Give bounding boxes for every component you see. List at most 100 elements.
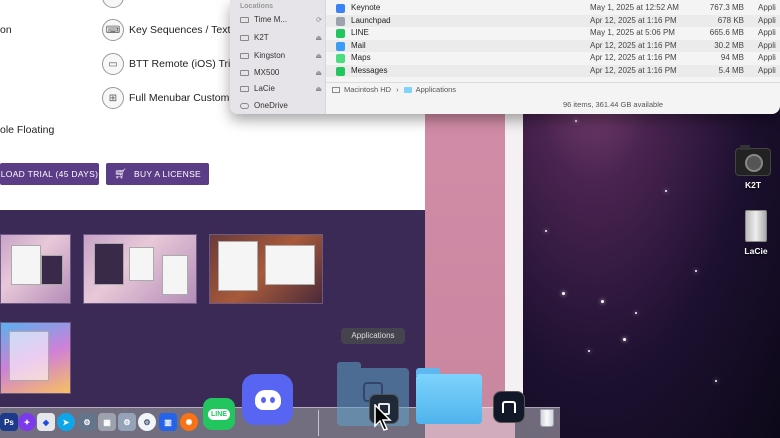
drive-icon [240, 52, 249, 59]
external-drive-icon [745, 210, 767, 242]
sidebar-item-label: MX500 [254, 68, 280, 77]
sidebar-item-time-machine[interactable]: Time M... ⟳ [240, 15, 322, 24]
text-fragment: on [0, 24, 12, 36]
line-app-icon[interactable]: LINE [203, 398, 235, 430]
screenshot-thumbnail[interactable] [83, 234, 197, 304]
file-size: 678 KB [717, 15, 744, 25]
file-kind: Appli [758, 3, 776, 12]
star [575, 120, 577, 122]
sidebar-header: Locations [240, 3, 274, 10]
trello-icon[interactable]: ▥ [159, 413, 177, 431]
file-name: Launchpad [351, 15, 391, 25]
feature-label: Key Sequences / Text T [129, 24, 240, 36]
file-kind: Appli [758, 65, 776, 75]
feature-btt-remote[interactable]: ▭ BTT Remote (iOS) Trigg [102, 53, 242, 75]
disk-icon [332, 86, 340, 93]
remote-icon: ▭ [102, 53, 124, 75]
dock-separator [318, 410, 319, 436]
file-size: 30.2 MB [714, 40, 744, 50]
orange-app-icon[interactable]: ✺ [180, 413, 198, 431]
file-name: Mail [351, 40, 366, 50]
file-row-maps[interactable]: Maps Apr 12, 2025 at 1:16 PM 94 MB Appli [326, 52, 780, 65]
screenshot-thumbnail[interactable] [0, 234, 71, 304]
sync-icon: ⟳ [316, 16, 322, 24]
folder-icon [403, 86, 412, 93]
settings-icon[interactable]: ⚙ [138, 413, 156, 431]
drive-icon [240, 69, 249, 76]
screenshot-thumbnail[interactable] [0, 322, 71, 394]
menubar-icon: ⊞ [102, 87, 124, 109]
star [695, 270, 697, 272]
eject-icon[interactable]: ⏏ [315, 85, 322, 93]
desktop-icon-lacie[interactable]: LaCie [736, 210, 776, 256]
drive-icon [240, 34, 249, 41]
dock-tooltip: Applications [341, 328, 405, 344]
sidebar-item-onedrive[interactable]: OneDrive [240, 101, 322, 110]
sidebar-item-k2t[interactable]: K2T ⏏ [240, 33, 322, 42]
maps-icon [336, 54, 345, 63]
sidebar-item-label: K2T [254, 33, 269, 42]
star [601, 300, 604, 303]
btt-glyph-icon [502, 401, 516, 413]
cart-icon: 🛒︎ [113, 168, 127, 180]
line-app-label: LINE [208, 408, 230, 420]
trash-icon[interactable] [538, 407, 556, 429]
path-bar: Macintosh HD › Applications [326, 82, 780, 96]
star [623, 338, 626, 341]
text-fragment: ole Floating [0, 124, 55, 136]
photoshop-icon[interactable]: Ps [0, 413, 18, 431]
sidebar-item-kingston[interactable]: Kingston ⏏ [240, 51, 322, 60]
feature-label: BTT Remote (iOS) Trigg [129, 58, 242, 70]
eject-icon[interactable]: ⏏ [315, 69, 322, 77]
path-folder[interactable]: Applications [416, 85, 456, 94]
file-name: Keynote [351, 3, 381, 12]
file-date: Apr 12, 2025 at 1:16 PM [590, 53, 677, 62]
file-size: 665.6 MB [709, 28, 744, 37]
star [665, 190, 667, 192]
sidebar-item-label: LaCie [254, 84, 275, 93]
eject-icon[interactable]: ⏏ [315, 34, 322, 42]
buy-license-button[interactable]: 🛒︎ BUY A LICENSE [106, 163, 209, 185]
sidebar-item-label: Kingston [254, 51, 286, 60]
file-row-launchpad[interactable]: Launchpad Apr 12, 2025 at 1:16 PM 678 KB… [326, 14, 780, 27]
file-date: Apr 12, 2025 at 1:16 PM [590, 65, 677, 75]
file-row-mail[interactable]: Mail Apr 12, 2025 at 1:16 PM 30.2 MB App… [326, 39, 780, 52]
settings-icon[interactable]: ⚙ [78, 413, 96, 431]
keynote-icon [336, 4, 345, 13]
sidebar-item-lacie[interactable]: LaCie ⏏ [240, 84, 322, 93]
telegram-icon[interactable]: ➤ [57, 413, 75, 431]
feature-key-sequences[interactable]: ⌨ Key Sequences / Text T [102, 19, 240, 41]
file-row-line[interactable]: LINE May 1, 2025 at 5:06 PM 665.6 MB App… [326, 27, 780, 40]
feature-menubar[interactable]: ⊞ Full Menubar Customiz [102, 87, 237, 109]
discord-logo-icon [254, 389, 281, 410]
file-size: 5.4 MB [718, 65, 744, 75]
bettertouchtool-icon[interactable] [493, 391, 525, 423]
sidebar-item-mx500[interactable]: MX500 ⏏ [240, 68, 322, 77]
folder-icon[interactable] [416, 368, 482, 424]
file-kind: Appli [758, 28, 776, 37]
launchpad-icon [336, 16, 345, 26]
camera-icon [735, 145, 771, 176]
desktop-icon-label: K2T [744, 180, 762, 190]
file-name: Maps [351, 53, 371, 62]
file-row-keynote[interactable]: Keynote May 1, 2025 at 12:52 AM 767.3 MB… [326, 2, 780, 15]
slack-icon[interactable]: ✦ [18, 413, 36, 431]
file-kind: Appli [758, 15, 776, 25]
file-row-messages[interactable]: Messages Apr 12, 2025 at 1:16 PM 5.4 MB … [326, 64, 780, 77]
eject-icon[interactable]: ⏏ [315, 52, 322, 60]
path-disk[interactable]: Macintosh HD [344, 85, 391, 94]
messages-icon [336, 66, 345, 76]
download-trial-button[interactable]: LOAD TRIAL (45 DAYS) [0, 163, 99, 185]
desktop-icon-k2t[interactable]: K2T [733, 145, 773, 190]
shield-icon[interactable]: ◆ [37, 413, 55, 431]
file-name: LINE [351, 28, 369, 37]
buy-button-label: BUY A LICENSE [133, 169, 202, 179]
screenshot-thumbnail[interactable] [209, 234, 323, 304]
line-icon [336, 29, 345, 38]
finder-window: Locations Time M... ⟳ K2T ⏏ Kingston ⏏ MX50… [230, 0, 780, 114]
feature-icon [102, 0, 124, 8]
gear-icon[interactable]: ⚙ [118, 413, 136, 431]
discord-icon[interactable] [242, 374, 293, 425]
file-size: 94 MB [720, 53, 744, 62]
cube-icon[interactable]: ▦ [98, 413, 116, 431]
